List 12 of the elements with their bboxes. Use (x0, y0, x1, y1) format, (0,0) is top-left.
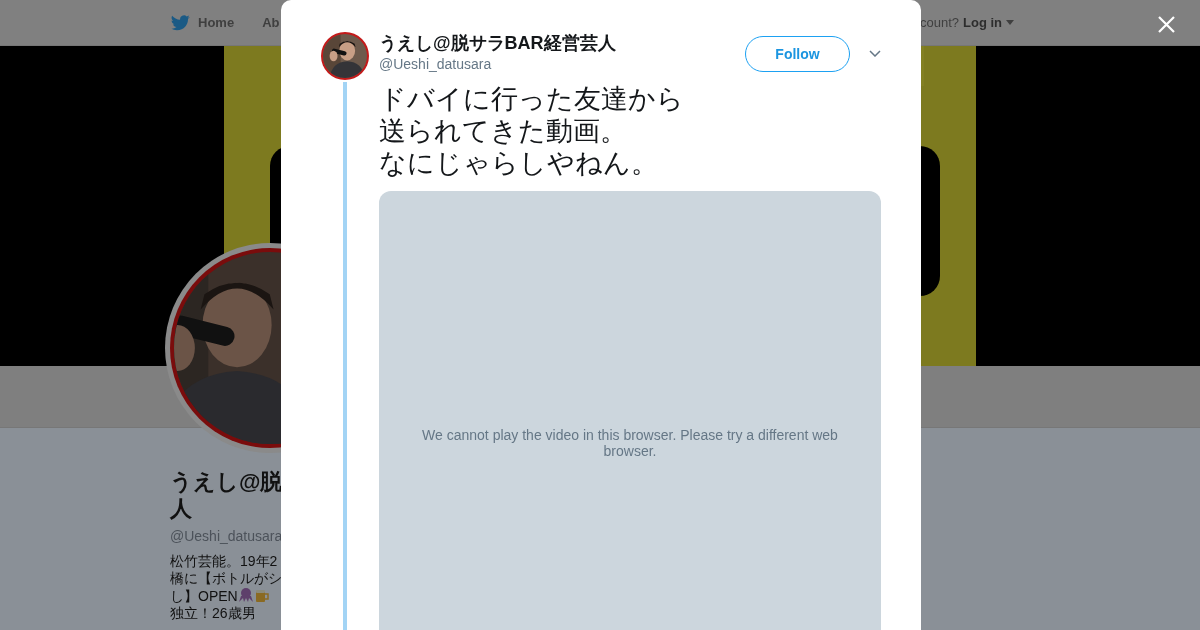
beer-mug-icon (253, 587, 270, 603)
caret-icon (1006, 20, 1014, 25)
nav-link[interactable]: Home (171, 12, 235, 33)
octopus-icon (237, 587, 254, 603)
nav-link[interactable]: Ab (262, 12, 280, 33)
profile-name: うえし@脱 人 (170, 468, 284, 522)
video-error-message: We cannot play the video in this browser. Please try a different web browser. (421, 427, 839, 459)
bird-icon (171, 14, 190, 31)
profile-handle: @Ueshi_datusara (170, 527, 284, 546)
close-icon[interactable] (1158, 16, 1175, 33)
login-button[interactable]: Log in (963, 12, 1014, 33)
account-prompt: count? (919, 13, 959, 32)
